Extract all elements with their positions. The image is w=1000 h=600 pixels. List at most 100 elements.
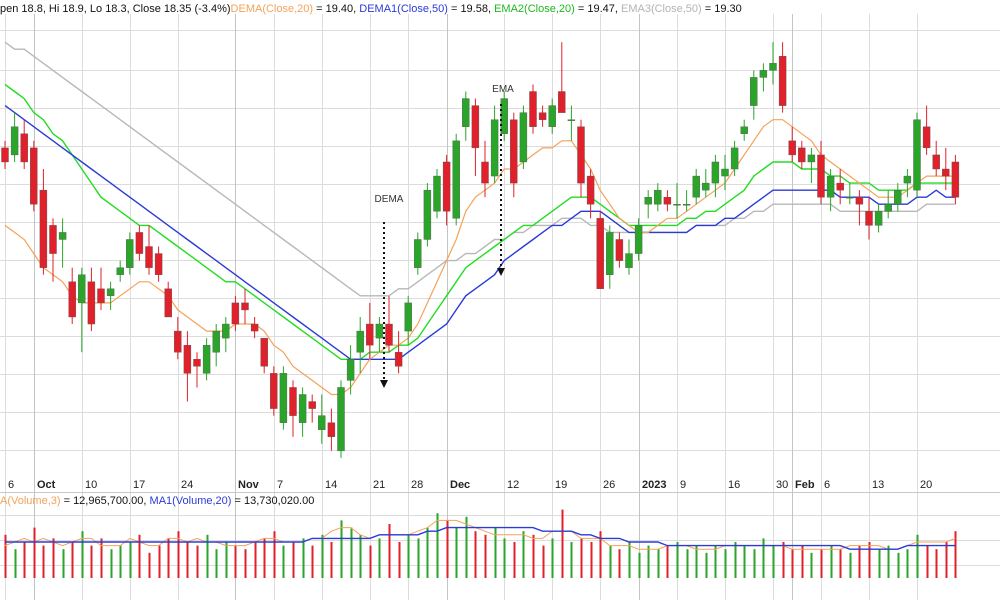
candle-body [932,154,940,170]
x-tick-label: 30 [776,479,788,491]
candle [654,183,662,212]
candle [346,345,355,395]
candle [558,42,566,113]
candle-body [260,337,268,367]
candle-body [433,175,441,212]
candle-body [702,182,710,191]
candle-body [500,98,508,134]
candle-body [471,105,480,149]
candle-body [855,196,864,205]
candle [711,154,720,198]
candle-body [327,422,336,437]
candle [423,183,432,247]
candle-body [807,154,816,163]
x-tick-label: Feb [795,479,815,491]
candle-body [30,147,38,205]
candle-body [68,281,76,318]
candle [126,232,134,275]
candle [519,105,528,170]
legend-entry: MA1(Volume,20) [150,495,232,507]
candle [318,394,326,444]
candle-body [711,161,720,184]
x-tick-label: 10 [85,479,97,491]
candle-body [567,119,576,121]
candle [663,190,672,212]
candle-body [663,196,672,205]
candle [68,267,76,325]
candle-body [298,394,307,423]
candle [298,387,307,437]
indicator-lines [4,41,956,396]
legend-entry: = 19.47, [575,3,621,15]
x-tick-label: 13 [872,479,884,491]
candle-body [87,281,96,325]
legend-entry: = 19.58, [448,3,494,15]
candle [87,267,96,332]
price-panel: DEMA EMA pen 18.8, Hi 18.9, Lo 18.3, Clo… [0,3,1000,600]
candle-body [586,175,595,205]
candle-body [202,344,211,374]
candle [337,380,345,458]
candle-body [231,302,240,325]
candle-body [922,126,931,149]
candle-body [721,168,729,177]
candle [682,190,691,212]
legend-entry: DEMA(Close,20) [231,3,314,15]
candle-body [625,253,633,268]
candle [855,190,864,226]
candle [913,112,921,198]
candle-body [481,161,489,184]
candle-body [279,373,288,423]
candle-body [337,387,345,452]
candle-body [58,232,67,240]
candle-body [452,140,460,219]
candle-body [174,330,182,353]
candle [116,260,124,282]
candle-body [164,288,172,318]
candle-body [404,302,412,332]
candle-body [193,359,201,367]
legend-entry: A(Volume,3) [0,495,61,507]
candle-body [270,373,278,409]
candle-body [769,63,777,71]
candle [702,169,710,198]
candle [394,331,403,374]
candle-body [116,267,124,275]
candle [922,105,931,155]
candle-body [519,112,528,163]
candle-body [615,239,624,261]
candle [903,169,912,198]
candle [193,352,201,388]
x-tick-label: 17 [133,479,145,491]
candle-body [730,147,739,170]
candle-body [414,239,422,268]
dema-arrow-icon [380,380,388,388]
candle-body [951,161,960,198]
candle-body [346,359,355,381]
candle-body [442,161,451,212]
candle-body [222,323,230,339]
candle-body [548,105,556,127]
candle-body [740,126,748,134]
candle [750,70,758,120]
price-legend: pen 18.8, Hi 18.9, Lo 18.3, Close 18.35 … [0,3,742,15]
candle-body [692,175,700,198]
candle-body [126,239,134,268]
candle-body [778,56,787,106]
candle [673,183,681,219]
candle-body [106,288,115,297]
candle [471,98,480,177]
candle [807,147,816,184]
candle [308,394,316,423]
candle-body [577,126,585,184]
candle-body [817,154,825,198]
candle [529,84,537,134]
candle [846,183,854,205]
candle [433,169,441,219]
candle-body [250,323,259,332]
candle-body [538,112,547,120]
legend-entry: pen 18.8, Hi 18.9, Lo 18.3, Close 18.35 … [0,3,231,15]
candle [366,302,374,360]
dema-annotation-label: DEMA [375,194,404,205]
candle [30,140,38,212]
